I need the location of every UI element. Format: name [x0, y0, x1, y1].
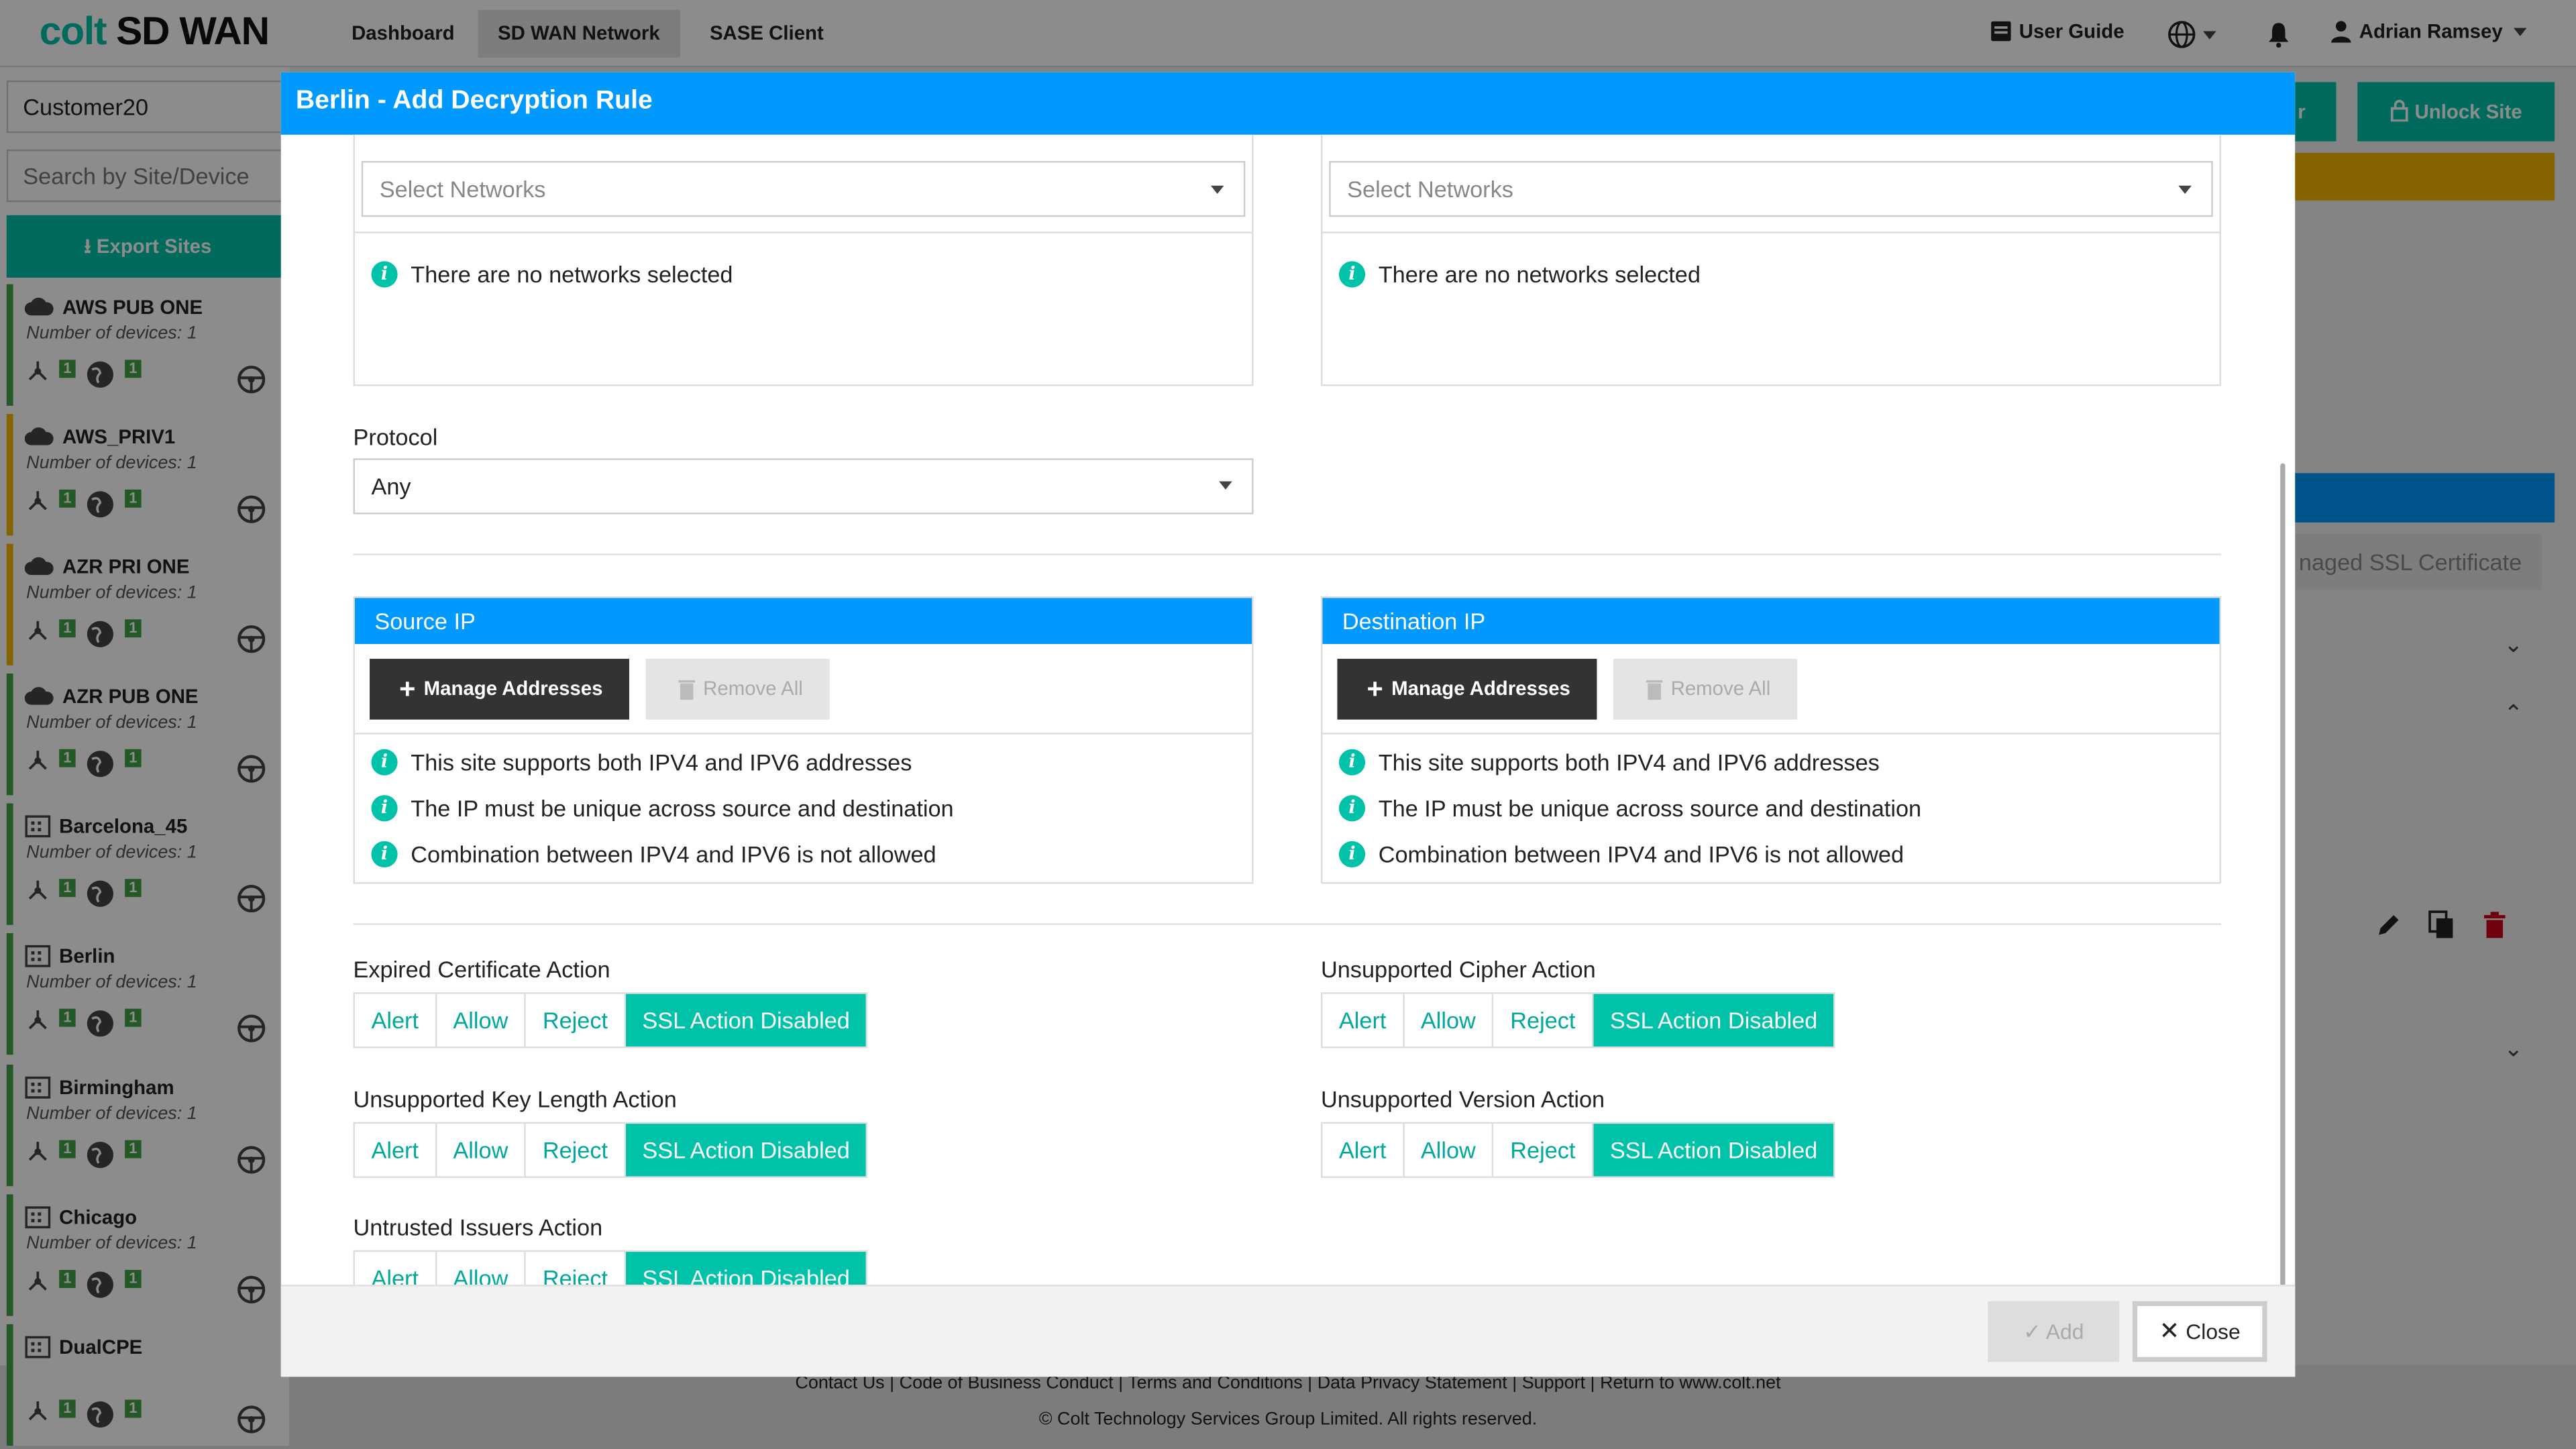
destination-ip-note: i This site supports both IPV4 and IPV6 a…: [1338, 749, 1880, 775]
ssl-action-group: Unsupported Version Action Alert Allow Reje…: [1320, 1085, 1836, 1178]
trash-icon: [1646, 680, 1663, 700]
source-remove-all-button[interactable]: Remove All: [645, 659, 830, 720]
ssl-action-option[interactable]: Allow: [437, 1124, 527, 1177]
ssl-action-group: Untrusted Issuers Action Alert Allow Reject…: [353, 1214, 868, 1285]
ssl-action-option[interactable]: Alert: [1322, 1124, 1405, 1177]
add-button[interactable]: ✓ Add: [1988, 1301, 2120, 1362]
source-ip-note: i This site supports both IPV4 and IPV6 a…: [371, 749, 912, 775]
ssl-action-option[interactable]: Reject: [1494, 994, 1594, 1047]
source-networks-empty: i There are no networks selected: [371, 261, 733, 288]
ssl-action-label: Untrusted Issuers Action: [353, 1214, 603, 1240]
ssl-action-option[interactable]: Alert: [355, 1124, 437, 1177]
destination-networks-empty: i There are no networks selected: [1338, 261, 1701, 288]
info-icon: i: [371, 795, 398, 822]
source-ip-title: Source IP: [354, 598, 1252, 645]
ssl-action-option[interactable]: SSL Action Disabled: [1593, 1124, 1834, 1177]
modal-body: Select Networks i There are no networks s…: [281, 134, 2295, 1285]
ssl-action-toggle: Alert Allow Reject SSL Action Disabled: [1320, 992, 1836, 1049]
destination-networks-panel: Select Networks i There are no networks s…: [1320, 134, 2222, 386]
modal-footer: ✓ Add ✕ Close: [280, 1285, 2296, 1377]
destination-ip-title: Destination IP: [1322, 598, 2220, 645]
ssl-action-option[interactable]: Alert: [355, 994, 437, 1047]
divider: [1322, 733, 2220, 735]
ssl-action-option[interactable]: Reject: [1494, 1124, 1594, 1177]
info-icon: i: [1338, 749, 1366, 775]
ssl-action-toggle: Alert Allow Reject SSL Action Disabled: [353, 1122, 868, 1178]
ssl-action-option[interactable]: Allow: [437, 1252, 527, 1285]
info-icon: i: [1338, 261, 1366, 288]
destination-networks-select[interactable]: Select Networks: [1329, 161, 2213, 217]
close-button[interactable]: ✕ Close: [2132, 1301, 2267, 1362]
ssl-action-option[interactable]: Alert: [1322, 994, 1405, 1047]
ssl-action-option[interactable]: SSL Action Disabled: [1593, 994, 1834, 1047]
source-manage-addresses-button[interactable]: + Manage Addresses: [370, 659, 629, 720]
divider: [1322, 231, 2220, 233]
modal-scrollbar[interactable]: [2280, 463, 2286, 1285]
ssl-action-option[interactable]: Reject: [526, 1252, 626, 1285]
divider: [354, 733, 1252, 735]
divider: [354, 231, 1252, 233]
destination-remove-all-button[interactable]: Remove All: [1613, 659, 1797, 720]
source-ip-panel: Source IP + Manage Addresses Remove All i…: [353, 596, 1254, 884]
ssl-action-option[interactable]: SSL Action Disabled: [625, 1252, 867, 1285]
ssl-action-label: Unsupported Key Length Action: [353, 1085, 677, 1112]
ssl-action-label: Unsupported Version Action: [1320, 1085, 1605, 1112]
ssl-action-label: Expired Certificate Action: [353, 956, 610, 983]
ssl-action-group: Unsupported Cipher Action Alert Allow Rejec…: [1320, 956, 1836, 1049]
plus-icon: +: [399, 674, 416, 705]
destination-ip-panel: Destination IP + Manage Addresses Remove …: [1320, 596, 2222, 884]
modal-title: Berlin - Add Decryption Rule: [280, 72, 2296, 135]
ssl-action-option[interactable]: Reject: [526, 1124, 626, 1177]
ssl-action-option[interactable]: SSL Action Disabled: [625, 1124, 867, 1177]
ssl-action-toggle: Alert Allow Reject SSL Action Disabled: [353, 992, 868, 1049]
plus-icon: +: [1366, 674, 1383, 705]
ssl-action-option[interactable]: Alert: [355, 1252, 437, 1285]
close-icon: ✕: [2159, 1318, 2180, 1346]
destination-manage-addresses-button[interactable]: + Manage Addresses: [1337, 659, 1597, 720]
info-icon: i: [371, 841, 398, 868]
ssl-action-option[interactable]: Allow: [437, 994, 527, 1047]
ssl-action-group: Unsupported Key Length Action Alert Allow R…: [353, 1085, 868, 1178]
source-ip-note: i The IP must be unique across source and…: [371, 795, 954, 822]
add-decryption-rule-modal: Berlin - Add Decryption Rule Select Netw…: [280, 72, 2296, 1377]
ssl-action-toggle: Alert Allow Reject SSL Action Disabled: [353, 1250, 868, 1285]
ssl-action-label: Unsupported Cipher Action: [1320, 956, 1596, 983]
source-networks-select[interactable]: Select Networks: [361, 161, 1246, 217]
source-networks-panel: Select Networks i There are no networks s…: [353, 134, 1254, 386]
destination-ip-note: i The IP must be unique across source and…: [1338, 795, 1921, 822]
info-icon: i: [1338, 841, 1366, 868]
chevron-down-icon: [2178, 185, 2192, 194]
info-icon: i: [1338, 795, 1366, 822]
ssl-action-option[interactable]: Allow: [1404, 1124, 1494, 1177]
protocol-select[interactable]: Any: [353, 458, 1254, 515]
ssl-action-group: Expired Certificate Action Alert Allow Reje…: [353, 956, 868, 1049]
trash-icon: [678, 680, 695, 700]
info-icon: i: [371, 749, 398, 775]
destination-ip-note: i Combination between IPV4 and IPV6 is no…: [1338, 841, 1904, 868]
check-icon: ✓: [2023, 1319, 2041, 1344]
ssl-action-option[interactable]: Reject: [526, 994, 626, 1047]
ssl-action-option[interactable]: Allow: [1404, 994, 1494, 1047]
divider: [353, 553, 2222, 555]
ssl-action-option[interactable]: SSL Action Disabled: [625, 994, 867, 1047]
ssl-action-toggle: Alert Allow Reject SSL Action Disabled: [1320, 1122, 1836, 1178]
info-icon: i: [371, 261, 398, 288]
protocol-label: Protocol: [353, 423, 438, 451]
chevron-down-icon: [1210, 185, 1224, 194]
divider: [353, 923, 2222, 925]
source-ip-note: i Combination between IPV4 and IPV6 is no…: [371, 841, 936, 868]
chevron-down-icon: [1219, 481, 1232, 490]
